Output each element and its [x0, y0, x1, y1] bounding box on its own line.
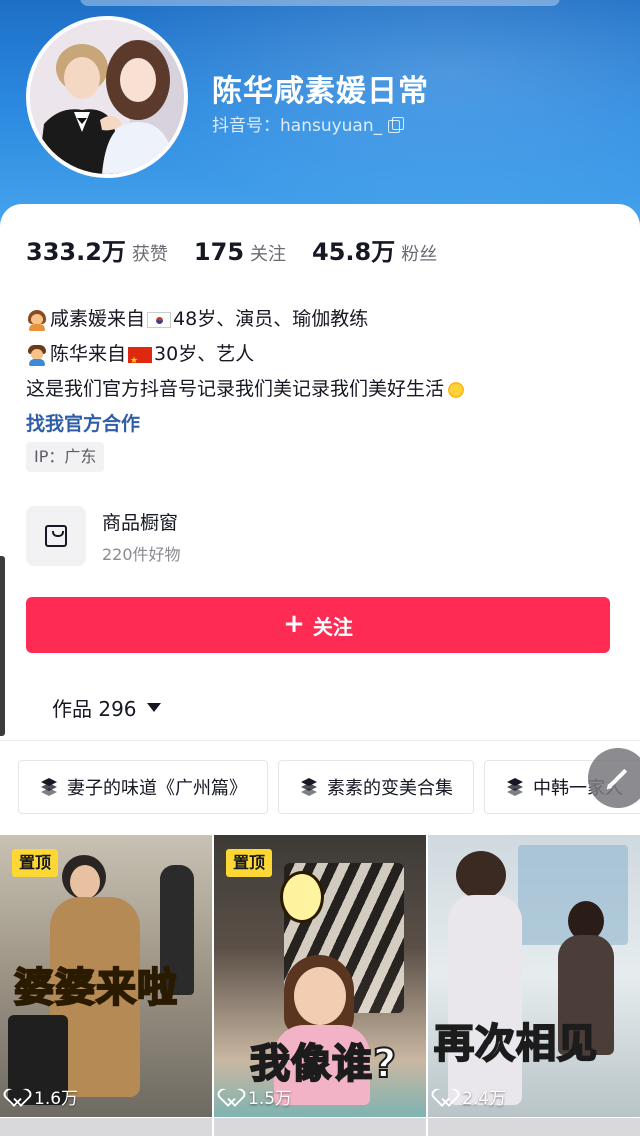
video-likes-count: 1.6万 [34, 1089, 79, 1109]
woman-emoji-icon [26, 309, 48, 331]
pinned-badge: 置顶 [226, 849, 273, 877]
caret-down-icon [146, 703, 161, 712]
video-likes-count: 1.5万 [248, 1089, 293, 1109]
video-tile[interactable]: 置顶 我像谁? 1.5万 [214, 835, 426, 1117]
bio-line-2-tail: 30岁、艺人 [154, 343, 255, 365]
video-grid: 置顶 婆婆来啦 1.6万 置顶 我像谁? 1.5万 再次相见 2.4万 [0, 835, 640, 1136]
collection-chip[interactable]: 妻子的味道《广州篇》 [18, 760, 268, 814]
stat-likes-label: 获赞 [131, 244, 168, 265]
stat-following[interactable]: 175 关注 [194, 238, 286, 266]
bio-line-2: 陈华来自 30岁、艺人 [26, 337, 466, 379]
stat-likes-count: 333.2万 [26, 238, 126, 266]
stat-followers[interactable]: 45.8万 粉丝 [312, 232, 437, 267]
layers-icon [39, 778, 59, 796]
stat-following-count: 175 [193, 238, 245, 266]
shop-text: 商品橱窗 220件好物 [102, 508, 181, 565]
tab-works-label: 作品 296 [52, 697, 137, 721]
video-tile[interactable]: 置顶 婆婆来啦 1.6万 [0, 835, 212, 1117]
video-likes: 2.4万 [438, 1084, 506, 1109]
layers-icon [505, 778, 525, 796]
avatar-photo [30, 20, 184, 174]
top-search-pill[interactable] [80, 0, 560, 6]
stat-followers-label: 粉丝 [401, 244, 438, 265]
douyin-id-text: 抖音号：hansuyuan_ [212, 116, 383, 136]
heart-icon [438, 1089, 456, 1105]
bio-line-3-text: 这是我们官方抖音号记录我们美记录我们美好生活 [26, 378, 445, 400]
follow-button-label: 关注 [312, 614, 353, 639]
bio-line-3: 这是我们官方抖音号记录我们美记录我们美好生活 [26, 372, 467, 407]
stat-likes[interactable]: 333.2万 获赞 [26, 232, 168, 267]
video-tile[interactable]: 再次相见 2.4万 [428, 835, 640, 1117]
video-likes: 1.6万 [10, 1084, 78, 1109]
tab-works[interactable]: 作品 296 [52, 693, 161, 722]
pinned-badge: 置顶 [12, 849, 59, 877]
shop-subtitle: 220件好物 [102, 544, 181, 564]
shop-icon-box [26, 506, 86, 566]
side-drawer-handle[interactable] [0, 556, 5, 736]
copy-icon[interactable] [388, 116, 405, 133]
stat-following-label: 关注 [250, 244, 287, 265]
stat-followers-count: 45.8万 [312, 238, 396, 266]
collections-row: 妻子的味道《广州篇》 素素的变美合集 中韩一家人 [18, 760, 640, 814]
china-flag-icon [128, 344, 153, 379]
collection-chip-label: 素素的变美合集 [327, 778, 453, 799]
plus-icon: + [283, 608, 305, 639]
bio-line-1-text: 咸素媛来自 [50, 308, 146, 330]
profile-nickname: 陈华咸素媛日常 [212, 74, 429, 109]
heart-icon [10, 1089, 28, 1105]
shop-title: 商品橱窗 [102, 511, 179, 534]
avatar[interactable] [26, 16, 188, 178]
video-tile-next-row[interactable] [214, 1118, 426, 1136]
sun-emoji-icon [446, 379, 467, 400]
video-tile-next-row[interactable] [428, 1118, 640, 1136]
shop-window-entry[interactable]: 商品橱窗 220件好物 [26, 504, 386, 568]
profile-bio: 咸素媛来自 48岁、演员、瑜伽教练 陈华来自 30岁、艺人 这是我们官方抖音号记… [26, 302, 467, 442]
man-emoji-icon [26, 344, 48, 366]
edit-floating-button[interactable] [588, 748, 640, 808]
heart-icon [224, 1089, 242, 1105]
video-likes: 1.5万 [224, 1084, 292, 1109]
video-caption: 婆婆来啦 [13, 964, 178, 1012]
korea-flag-icon [147, 311, 172, 328]
video-caption: 我像谁? [249, 1040, 398, 1088]
ip-location-tag: IP：广东 [26, 442, 105, 472]
video-tile-next-row[interactable] [0, 1118, 212, 1136]
collection-chip-label: 妻子的味道《广州篇》 [67, 778, 247, 799]
bio-line-1: 咸素媛来自 48岁、演员、瑜伽教练 [26, 302, 466, 337]
shopping-bag-icon [45, 525, 67, 547]
video-caption: 再次相见 [433, 1020, 598, 1068]
bio-line-2-text: 陈华来自 [50, 343, 127, 365]
douyin-id-row[interactable]: 抖音号：hansuyuan_ [212, 111, 405, 136]
video-likes-count: 2.4万 [462, 1089, 507, 1109]
collection-chip[interactable]: 素素的变美合集 [278, 760, 474, 814]
stats-row: 333.2万 获赞 175 关注 45.8万 粉丝 [26, 232, 463, 267]
business-link[interactable]: 找我官方合作 [26, 407, 466, 442]
layers-icon [299, 778, 319, 796]
bio-line-1-tail: 48岁、演员、瑜伽教练 [173, 308, 369, 330]
tab-divider [0, 740, 640, 741]
pencil-icon [608, 768, 628, 788]
follow-button[interactable]: + 关注 [26, 597, 610, 653]
